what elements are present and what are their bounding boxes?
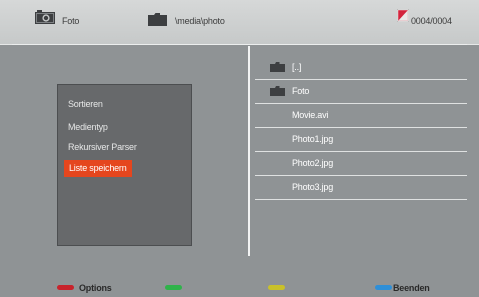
green-button-icon[interactable]	[165, 285, 182, 290]
folder-icon	[148, 13, 167, 26]
folder-icon	[270, 86, 285, 96]
options-label: Options	[79, 283, 112, 293]
file-name: Photo1.jpg	[292, 134, 334, 144]
menu-item-medientyp[interactable]: Medientyp	[68, 122, 108, 132]
camera-icon	[35, 10, 55, 24]
file-name: Movie.avi	[292, 110, 329, 120]
list-item[interactable]: Foto	[255, 80, 467, 104]
file-name: Foto	[292, 86, 310, 96]
path-label: \media\photo	[175, 16, 225, 26]
blue-button-icon[interactable]	[375, 285, 392, 290]
list-item[interactable]: [..]	[255, 56, 467, 80]
menu-item-sortieren[interactable]: Sortieren	[68, 99, 103, 109]
red-button-icon[interactable]	[57, 285, 74, 290]
file-name: [..]	[292, 62, 302, 72]
panel-divider	[248, 46, 250, 256]
list-item[interactable]: Movie.avi	[255, 104, 467, 128]
header-divider	[12, 44, 467, 45]
menu-item-rekursiver-parser[interactable]: Rekursiver Parser	[68, 142, 137, 152]
list-item[interactable]: Photo3.jpg	[255, 176, 467, 200]
item-counter: 0004/0004	[411, 16, 452, 26]
menu-item-liste-speichern[interactable]: Liste speichern	[64, 160, 132, 177]
list-item[interactable]: Photo1.jpg	[255, 128, 467, 152]
list-item[interactable]: Photo2.jpg	[255, 152, 467, 176]
source-label: Foto	[62, 16, 80, 26]
folder-icon	[270, 62, 285, 72]
options-menu: Sortieren Medientyp Rekursiver Parser Li…	[57, 84, 192, 246]
beenden-label: Beenden	[393, 283, 430, 293]
document-icon	[397, 9, 409, 22]
header-bar: Foto \media\photo 0004/0004	[0, 0, 479, 45]
file-name: Photo2.jpg	[292, 158, 334, 168]
file-name: Photo3.jpg	[292, 182, 334, 192]
yellow-button-icon[interactable]	[268, 285, 285, 290]
